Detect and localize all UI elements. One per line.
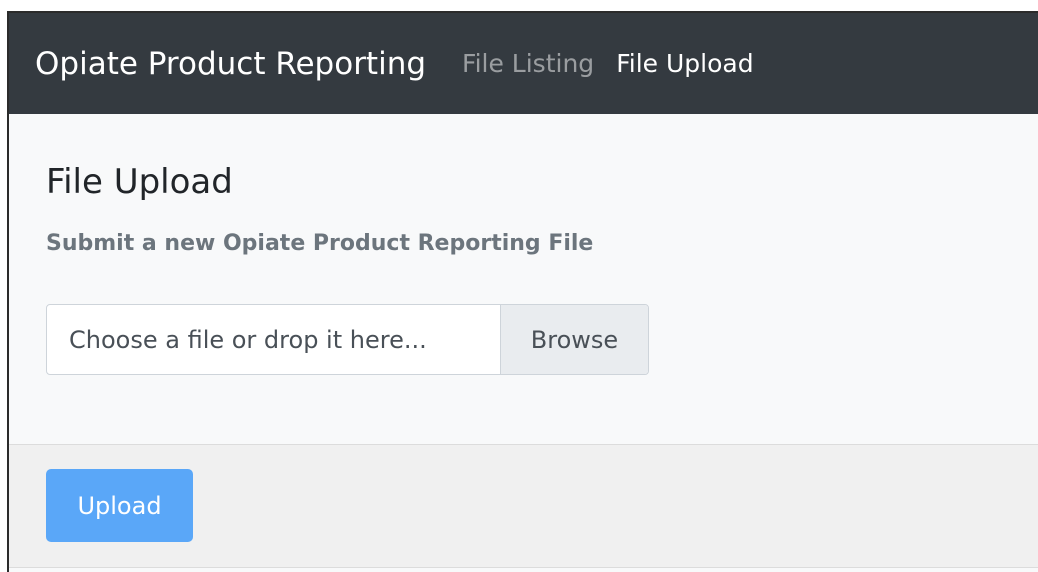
upload-card-footer: Upload	[9, 444, 1038, 568]
navbar: Opiate Product Reporting File Listing Fi…	[9, 13, 1038, 114]
file-input-placeholder[interactable]: Choose a file or drop it here...	[47, 305, 500, 374]
upload-card-body: File Upload Submit a new Opiate Product …	[9, 114, 1038, 444]
upload-button[interactable]: Upload	[46, 469, 193, 542]
navbar-brand[interactable]: Opiate Product Reporting	[35, 46, 426, 82]
page-title: File Upload	[46, 162, 233, 202]
app-window: Opiate Product Reporting File Listing Fi…	[7, 11, 1038, 572]
file-input[interactable]: Choose a file or drop it here... Browse	[46, 304, 649, 375]
nav-link-file-listing[interactable]: File Listing	[462, 49, 594, 78]
nav-link-file-upload[interactable]: File Upload	[616, 49, 753, 78]
browse-button[interactable]: Browse	[500, 305, 648, 374]
page-subtitle: Submit a new Opiate Product Reporting Fi…	[46, 231, 594, 256]
